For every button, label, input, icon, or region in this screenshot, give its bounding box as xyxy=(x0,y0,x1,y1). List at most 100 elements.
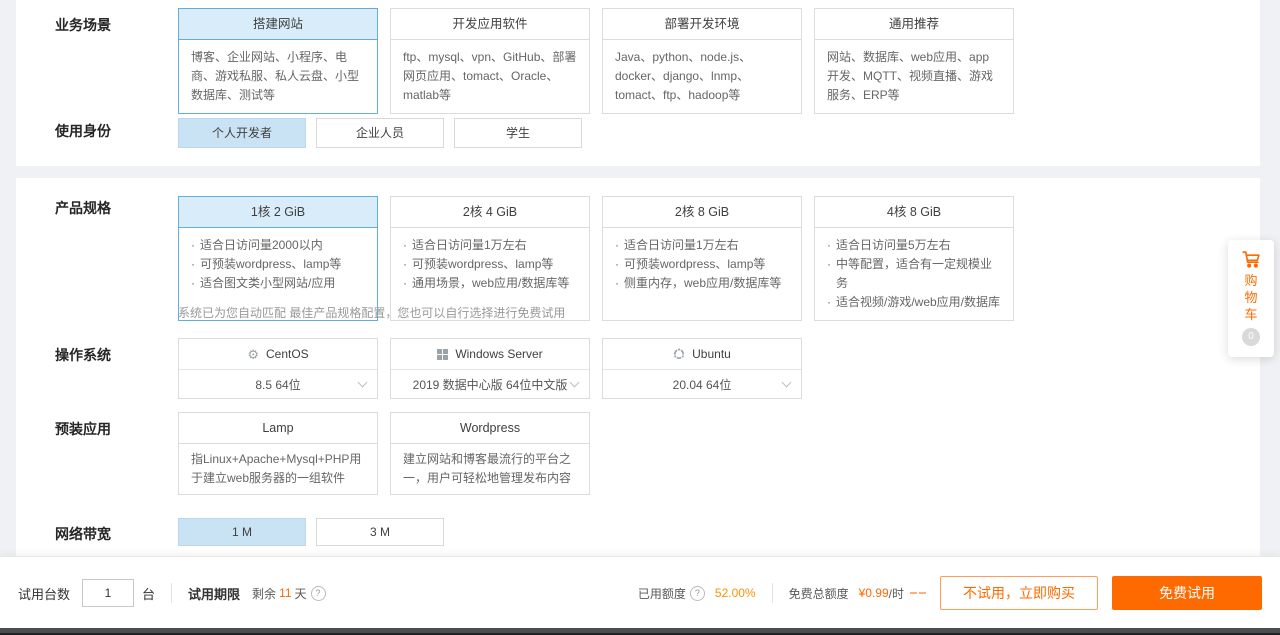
apps-card-row: Lamp 指Linux+Apache+Mysql+PHP用于建立web服务器的一… xyxy=(178,412,590,495)
spec-bullet: 适合视频/游戏/web应用/数据库 xyxy=(827,293,1001,312)
os-name: Ubuntu xyxy=(692,347,731,361)
spec-bullet: 适合日访问量1万左右 xyxy=(403,236,577,255)
os-card-windows: Windows Server 2019 数据中心版 64位中文版 xyxy=(390,338,590,399)
window-bottom-edge xyxy=(0,628,1280,635)
spec-bullet: 中等配置，适合有一定规模业务 xyxy=(827,255,1001,293)
help-icon[interactable]: ? xyxy=(690,586,705,601)
total-quota-amount: ¥0.99 xyxy=(859,586,889,600)
ubuntu-icon xyxy=(673,348,685,360)
spec-bullet: 适合日访问量2000以内 xyxy=(191,236,365,255)
os-version-value: 8.5 64位 xyxy=(255,376,300,393)
used-quota-label: 已用额度 xyxy=(638,585,686,602)
spec-card-title[interactable]: 1核 2 GiB xyxy=(179,197,377,228)
spec-card-title[interactable]: 2核 4 GiB xyxy=(391,197,589,228)
buy-now-button[interactable]: 不试用，立即购买 xyxy=(940,576,1098,610)
scenario-card-website[interactable]: 搭建网站 博客、企业网站、小程序、电商、游戏私服、私人云盘、小型数据库、测试等 xyxy=(178,8,378,114)
total-quota-unit: /时 xyxy=(889,585,904,602)
cart-count-badge: 0 xyxy=(1242,328,1260,346)
os-card-row: ⚙ CentOS 8.5 64位 Windows Server 2019 数据中… xyxy=(178,338,802,399)
spec-card-title[interactable]: 4核 8 GiB xyxy=(815,197,1013,228)
period-suffix: 天 xyxy=(295,585,307,602)
period-label: 试用期限 xyxy=(188,584,240,603)
help-icon[interactable]: ? xyxy=(311,586,326,601)
quantity-input[interactable] xyxy=(82,579,134,607)
bandwidth-option-1m[interactable]: 1 M xyxy=(178,518,306,546)
os-option-ubuntu[interactable]: Ubuntu xyxy=(603,339,801,370)
scenario-card-title[interactable]: 部署开发环境 xyxy=(603,9,801,40)
apps-label: 预装应用 xyxy=(55,419,111,439)
cart-label: 购 物 车 xyxy=(1244,272,1257,323)
app-card-desc: 指Linux+Apache+Mysql+PHP用于建立web服务器的一组软件 xyxy=(179,444,377,494)
spec-bullet: 适合日访问量5万左右 xyxy=(827,236,1001,255)
bandwidth-option-3m[interactable]: 3 M xyxy=(316,518,444,546)
scenario-card-devsoft[interactable]: 开发应用软件 ftp、mysql、vpn、GitHub、部署网页应用、tomac… xyxy=(390,8,590,114)
os-option-windows[interactable]: Windows Server xyxy=(391,339,589,370)
spec-bullet: 通用场景，web应用/数据库等 xyxy=(403,274,577,293)
app-card-wordpress[interactable]: Wordpress 建立网站和博客最流行的平台之一，用户可轻松地管理发布内容 xyxy=(390,412,590,495)
os-label: 操作系统 xyxy=(55,345,111,365)
spec-card-bullets: 适合日访问量1万左右 可预装wordpress、lamp等 侧重内存，web应用… xyxy=(603,228,801,301)
spec-label: 产品规格 xyxy=(55,198,111,218)
scenario-card-row: 搭建网站 博客、企业网站、小程序、电商、游戏私服、私人云盘、小型数据库、测试等 … xyxy=(178,8,1014,114)
shopping-cart-widget[interactable]: 购 物 车 0 xyxy=(1228,240,1274,357)
spec-bullet: 可预装wordpress、lamp等 xyxy=(615,255,789,274)
identity-option-enterprise[interactable]: 企业人员 xyxy=(316,118,444,148)
os-version-value: 20.04 64位 xyxy=(673,376,732,393)
used-quota-value: 52.00% xyxy=(715,586,756,600)
spec-bullet: 适合日访问量1万左右 xyxy=(615,236,789,255)
app-card-lamp[interactable]: Lamp 指Linux+Apache+Mysql+PHP用于建立web服务器的一… xyxy=(178,412,378,495)
bandwidth-label: 网络带宽 xyxy=(55,524,111,544)
os-name: CentOS xyxy=(266,347,309,361)
spec-card-bullets: 适合日访问量1万左右 可预装wordpress、lamp等 通用场景，web应用… xyxy=(391,228,589,301)
app-card-desc: 建立网站和博客最流行的平台之一，用户可轻松地管理发布内容 xyxy=(391,444,589,494)
bandwidth-options: 1 M 3 M xyxy=(178,518,444,546)
chevron-down-icon xyxy=(570,378,580,388)
divider xyxy=(171,583,172,603)
collapse-toggle-icon[interactable] xyxy=(910,592,926,594)
spec-auto-match-hint: 系统已为您自动匹配 最佳产品规格配置，您也可以自行选择进行免费试用 xyxy=(178,304,565,321)
spec-bullet: 侧重内存，web应用/数据库等 xyxy=(615,274,789,293)
app-card-title[interactable]: Lamp xyxy=(179,413,377,444)
spec-bullet: 可预装wordpress、lamp等 xyxy=(191,255,365,274)
os-version-select-ubuntu[interactable]: 20.04 64位 xyxy=(603,370,801,398)
spec-card-bullets: 适合日访问量5万左右 中等配置，适合有一定规模业务 适合视频/游戏/web应用/… xyxy=(815,228,1013,320)
total-quota-label: 免费总额度 xyxy=(789,585,849,602)
divider xyxy=(772,583,773,603)
panel-config: 产品规格 1核 2 GiB 适合日访问量2000以内 可预装wordpress、… xyxy=(16,178,1260,556)
os-option-centos[interactable]: ⚙ CentOS xyxy=(179,339,377,370)
spec-card-bullets: 适合日访问量2000以内 可预装wordpress、lamp等 适合图文类小型网… xyxy=(179,228,377,301)
identity-option-student[interactable]: 学生 xyxy=(454,118,582,148)
scenario-label: 业务场景 xyxy=(55,15,111,35)
spec-card-2c8g[interactable]: 2核 8 GiB 适合日访问量1万左右 可预装wordpress、lamp等 侧… xyxy=(602,196,802,321)
scenario-card-title[interactable]: 开发应用软件 xyxy=(391,9,589,40)
spec-card-1c2g[interactable]: 1核 2 GiB 适合日访问量2000以内 可预装wordpress、lamp等… xyxy=(178,196,378,321)
os-card-ubuntu: Ubuntu 20.04 64位 xyxy=(602,338,802,399)
scenario-card-desc: ftp、mysql、vpn、GitHub、部署网页应用、tomact、Oracl… xyxy=(391,40,589,113)
spec-card-4c8g[interactable]: 4核 8 GiB 适合日访问量5万左右 中等配置，适合有一定规模业务 适合视频/… xyxy=(814,196,1014,321)
app-card-title[interactable]: Wordpress xyxy=(391,413,589,444)
scenario-card-desc: 博客、企业网站、小程序、电商、游戏私服、私人云盘、小型数据库、测试等 xyxy=(179,40,377,113)
cart-icon xyxy=(1240,248,1262,270)
scenario-card-title[interactable]: 通用推荐 xyxy=(815,9,1013,40)
spec-card-2c4g[interactable]: 2核 4 GiB 适合日访问量1万左右 可预装wordpress、lamp等 通… xyxy=(390,196,590,321)
scenario-card-title[interactable]: 搭建网站 xyxy=(179,9,377,40)
scenario-card-desc: Java、python、node.js、docker、django、lnmp、t… xyxy=(603,40,801,113)
spec-bullet: 适合图文类小型网站/应用 xyxy=(191,274,365,293)
spec-bullet: 可预装wordpress、lamp等 xyxy=(403,255,577,274)
spec-card-title[interactable]: 2核 8 GiB xyxy=(603,197,801,228)
os-name: Windows Server xyxy=(455,347,542,361)
os-version-select-centos[interactable]: 8.5 64位 xyxy=(179,370,377,398)
os-version-value: 2019 数据中心版 64位中文版 xyxy=(413,376,568,393)
quantity-label: 试用台数 xyxy=(18,584,70,603)
trial-footer-bar: 试用台数 台 试用期限 剩余 11 天 ? 已用额度 ? 52.00% 免费总额… xyxy=(0,556,1280,629)
period-prefix: 剩余 xyxy=(252,585,276,602)
free-trial-button[interactable]: 免费试用 xyxy=(1112,576,1262,610)
windows-icon xyxy=(437,349,448,360)
scenario-card-general[interactable]: 通用推荐 网站、数据库、web应用、app开发、MQTT、视频直播、游戏服务、E… xyxy=(814,8,1014,114)
panel-business: 业务场景 搭建网站 博客、企业网站、小程序、电商、游戏私服、私人云盘、小型数据库… xyxy=(16,0,1260,166)
scenario-card-devenv[interactable]: 部署开发环境 Java、python、node.js、docker、django… xyxy=(602,8,802,114)
os-version-select-windows[interactable]: 2019 数据中心版 64位中文版 xyxy=(391,370,589,398)
identity-option-personal[interactable]: 个人开发者 xyxy=(178,118,306,148)
spec-card-row: 1核 2 GiB 适合日访问量2000以内 可预装wordpress、lamp等… xyxy=(178,196,1014,321)
os-card-centos: ⚙ CentOS 8.5 64位 xyxy=(178,338,378,399)
